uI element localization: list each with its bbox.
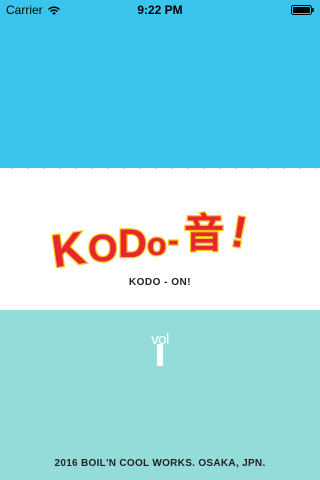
status-bar: Carrier 9:22 PM <box>0 0 320 20</box>
logo-letter-k: K <box>50 221 88 277</box>
bottom-zigzag-edge <box>0 310 320 322</box>
logo-letter-o: O <box>88 228 118 270</box>
logo-exclamation: ! <box>228 207 251 258</box>
top-zigzag-edge <box>0 157 320 169</box>
top-background-band <box>0 0 320 168</box>
logo-area: K O D o - 音 ! <box>0 195 320 285</box>
logo-letter-d: D <box>118 222 147 266</box>
status-time: 9:22 PM <box>137 3 183 17</box>
battery-icon <box>291 5 314 15</box>
kodo-on-logo: K O D o - 音 ! <box>50 206 252 279</box>
logo-letter-o-small: o <box>147 226 167 262</box>
app-subtitle: KODO - ON! <box>128 277 192 288</box>
logo-dash: - <box>168 222 179 258</box>
footer-credit: 2016 BOIL'N COOL WORKS. OSAKA, JPN. <box>54 458 266 469</box>
volume-bar[interactable] <box>157 344 163 366</box>
logo-kanji: 音 <box>184 212 224 256</box>
